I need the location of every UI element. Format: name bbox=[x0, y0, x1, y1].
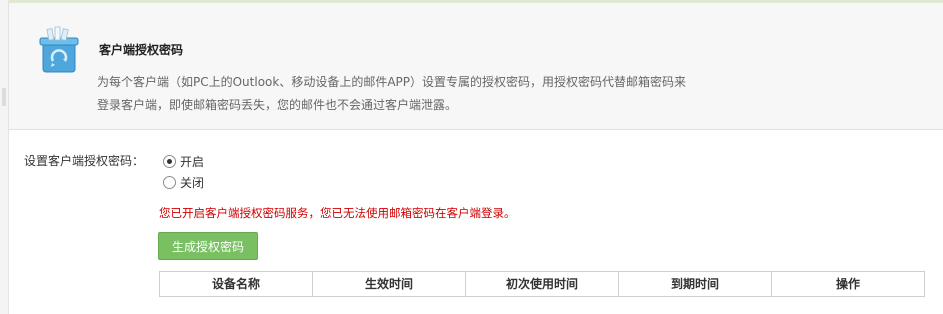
radio-disable-button[interactable] bbox=[163, 175, 176, 189]
setting-label: 设置客户端授权密码： bbox=[24, 154, 145, 168]
intro-panel: 客户端授权密码 为每个客户端（如PC上的Outlook、移动设备上的邮件APP）… bbox=[9, 3, 943, 130]
status-notice: 您已开启客户端授权密码服务，您已无法使用邮箱密码在客户端登录。 bbox=[159, 206, 516, 220]
device-table-header: 设备名称 生效时间 初次使用时间 到期时间 操作 bbox=[159, 271, 925, 297]
radio-enable-button[interactable] bbox=[163, 154, 176, 168]
section-description: 为每个客户端（如PC上的Outlook、移动设备上的邮件APP）设置专属的授权密… bbox=[97, 75, 687, 112]
radio-disable[interactable]: 关闭 bbox=[163, 174, 204, 190]
generate-password-button[interactable]: 生成授权密码 bbox=[158, 232, 258, 260]
radio-enable[interactable]: 开启 bbox=[163, 153, 204, 169]
column-effective-time: 生效时间 bbox=[313, 272, 466, 296]
column-first-use-time: 初次使用时间 bbox=[466, 272, 619, 296]
column-expiry-time: 到期时间 bbox=[619, 272, 772, 296]
radio-enable-label[interactable]: 开启 bbox=[180, 153, 204, 170]
left-edge-handle[interactable] bbox=[2, 88, 6, 106]
section-title: 客户端授权密码 bbox=[99, 43, 184, 57]
column-device-name: 设备名称 bbox=[160, 272, 313, 296]
column-actions: 操作 bbox=[835, 277, 860, 291]
recycle-bin-icon bbox=[39, 26, 79, 73]
left-scroll-edge bbox=[0, 0, 9, 314]
radio-disable-label[interactable]: 关闭 bbox=[180, 174, 204, 191]
